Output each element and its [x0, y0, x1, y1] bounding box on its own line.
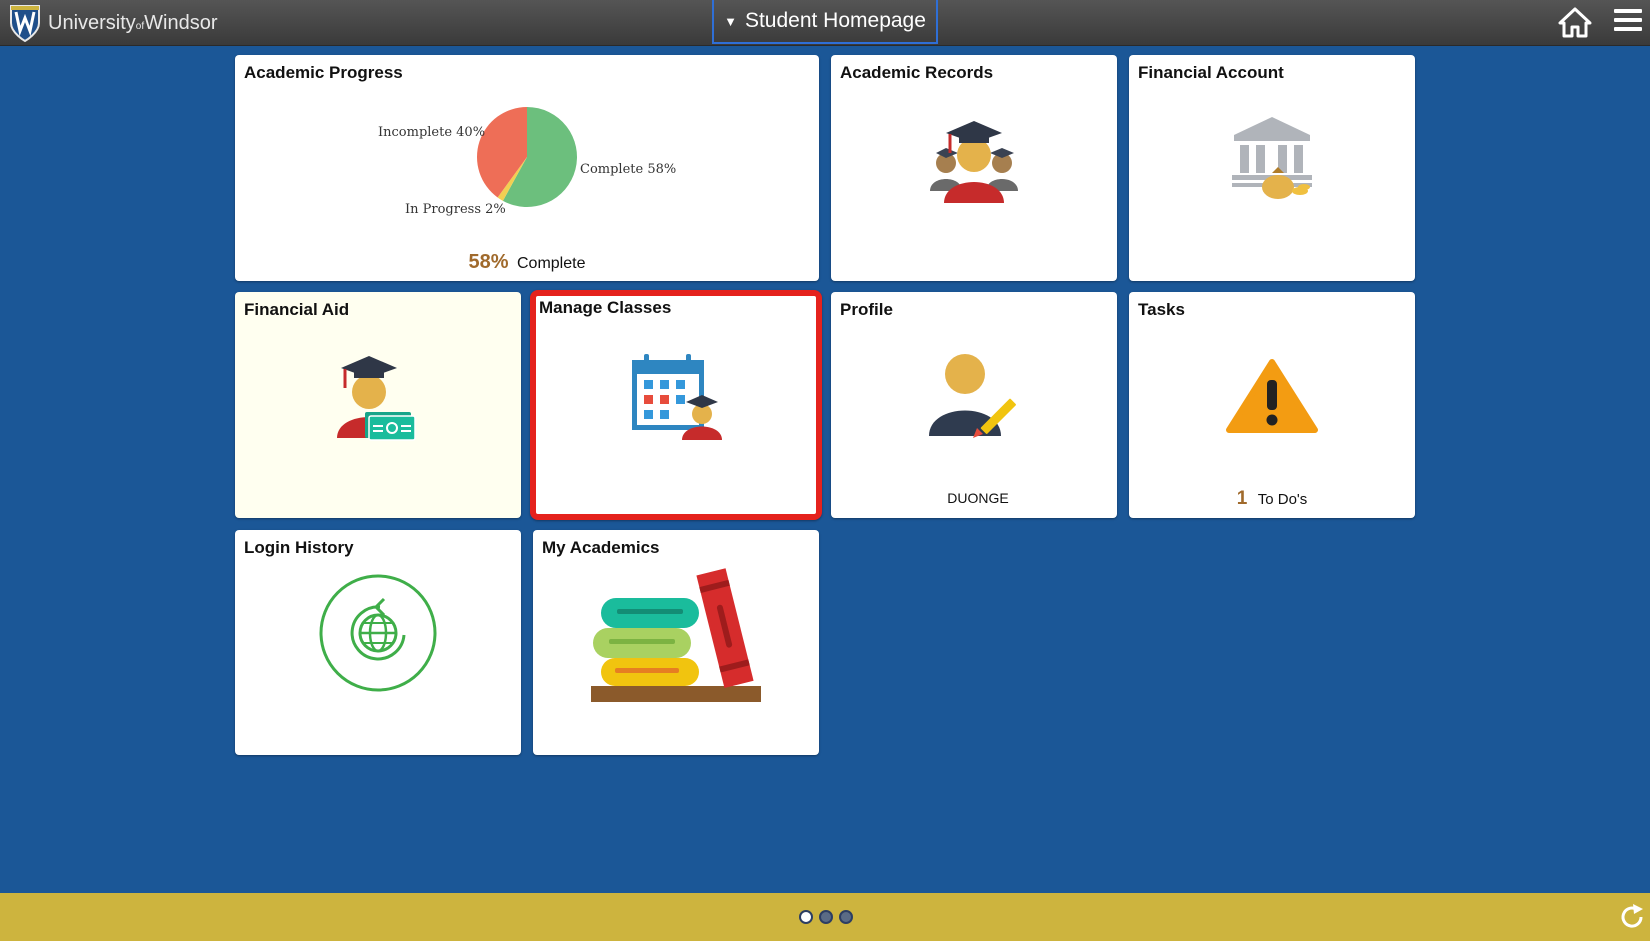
- bank-icon: [1232, 117, 1312, 199]
- tile-academic-progress[interactable]: Academic Progress Incomplete 40% Complet…: [235, 55, 819, 281]
- tile-financial-account[interactable]: Financial Account: [1129, 55, 1415, 281]
- graduate-money-icon: [337, 356, 416, 441]
- tile-title: Academic Progress: [244, 63, 403, 82]
- tile-financial-aid[interactable]: Financial Aid: [235, 292, 521, 518]
- page-dot-3[interactable]: [839, 910, 853, 924]
- profile-edit-icon: [929, 354, 1016, 438]
- pie-label-incomplete: Incomplete 40%: [378, 125, 486, 140]
- logo-text: UniversityofWindsor: [48, 11, 218, 34]
- page-title: Student Homepage: [744, 9, 926, 32]
- tile-academic-records[interactable]: Academic Records: [831, 55, 1117, 281]
- tile-title: Tasks: [1138, 300, 1185, 319]
- caret-down-icon: ▼: [724, 13, 737, 29]
- tile-title: Academic Records: [840, 63, 994, 82]
- pie-label-complete: Complete 58%: [580, 162, 677, 177]
- tile-title: My Academics: [542, 538, 660, 557]
- tasks-count-label: To Do's: [1257, 491, 1308, 508]
- progress-percent: 58%: [468, 251, 509, 273]
- tile-my-academics[interactable]: My Academics: [533, 530, 819, 755]
- pie-label-in-progress: In Progress 2%: [405, 202, 506, 217]
- tasks-summary: 1 To Do's: [1129, 488, 1415, 510]
- graduates-icon: [930, 121, 1018, 203]
- tile-login-history[interactable]: Login History: [235, 530, 521, 755]
- page-dot-1[interactable]: [799, 910, 813, 924]
- university-logo[interactable]: UniversityofWindsor: [8, 3, 218, 43]
- progress-percent-label: Complete: [517, 255, 586, 272]
- footer-bar: [0, 893, 1650, 941]
- page-dot-2[interactable]: [819, 910, 833, 924]
- page-title-dropdown[interactable]: ▼ Student Homepage: [712, 0, 938, 44]
- tile-title: Profile: [840, 300, 893, 319]
- shield-icon: [10, 5, 40, 43]
- home-icon[interactable]: [1558, 6, 1592, 38]
- tile-tasks[interactable]: Tasks 1 To Do's: [1129, 292, 1415, 518]
- warning-icon: [1226, 359, 1318, 433]
- hamburger-menu-icon[interactable]: [1614, 9, 1642, 35]
- header-bar: UniversityofWindsor ▼ Student Homepage: [0, 0, 1650, 46]
- globe-history-icon: [319, 574, 437, 692]
- books-icon: [591, 568, 761, 702]
- calendar-student-icon: [632, 354, 722, 440]
- tile-title: Financial Account: [1138, 63, 1284, 82]
- tasks-count: 1: [1236, 488, 1248, 509]
- tile-profile[interactable]: Profile DUONGE: [831, 292, 1117, 518]
- academic-progress-pie-chart: [477, 107, 577, 207]
- tile-title: Login History: [244, 538, 354, 557]
- refresh-icon[interactable]: [1618, 903, 1646, 931]
- profile-name: DUONGE: [947, 490, 1009, 506]
- tile-title: Manage Classes: [539, 298, 672, 317]
- progress-summary: 58% Complete: [235, 251, 819, 274]
- page-dots: [799, 910, 853, 924]
- tile-title: Financial Aid: [244, 300, 350, 319]
- tile-manage-classes[interactable]: Manage Classes: [530, 290, 822, 520]
